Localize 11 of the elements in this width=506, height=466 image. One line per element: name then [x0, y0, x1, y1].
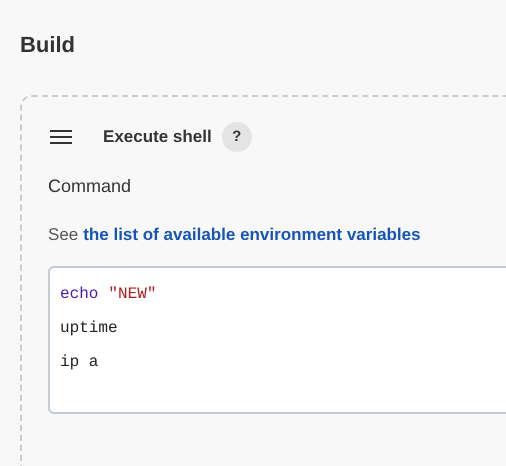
hint-text: See: [48, 224, 78, 246]
code-line: uptime: [60, 318, 118, 338]
section-title: Build: [20, 31, 75, 59]
environment-variables-link[interactable]: the list of available environment variables: [83, 222, 421, 248]
step-title: Execute shell: [103, 126, 212, 148]
menu-icon[interactable]: [49, 129, 73, 145]
help-button[interactable]: ?: [222, 122, 252, 152]
code-line: ip a: [60, 352, 98, 372]
field-label: Command: [48, 175, 132, 198]
code-line: echo "NEW": [60, 284, 156, 304]
command-editor[interactable]: echo "NEW" uptime ip a: [48, 266, 506, 414]
